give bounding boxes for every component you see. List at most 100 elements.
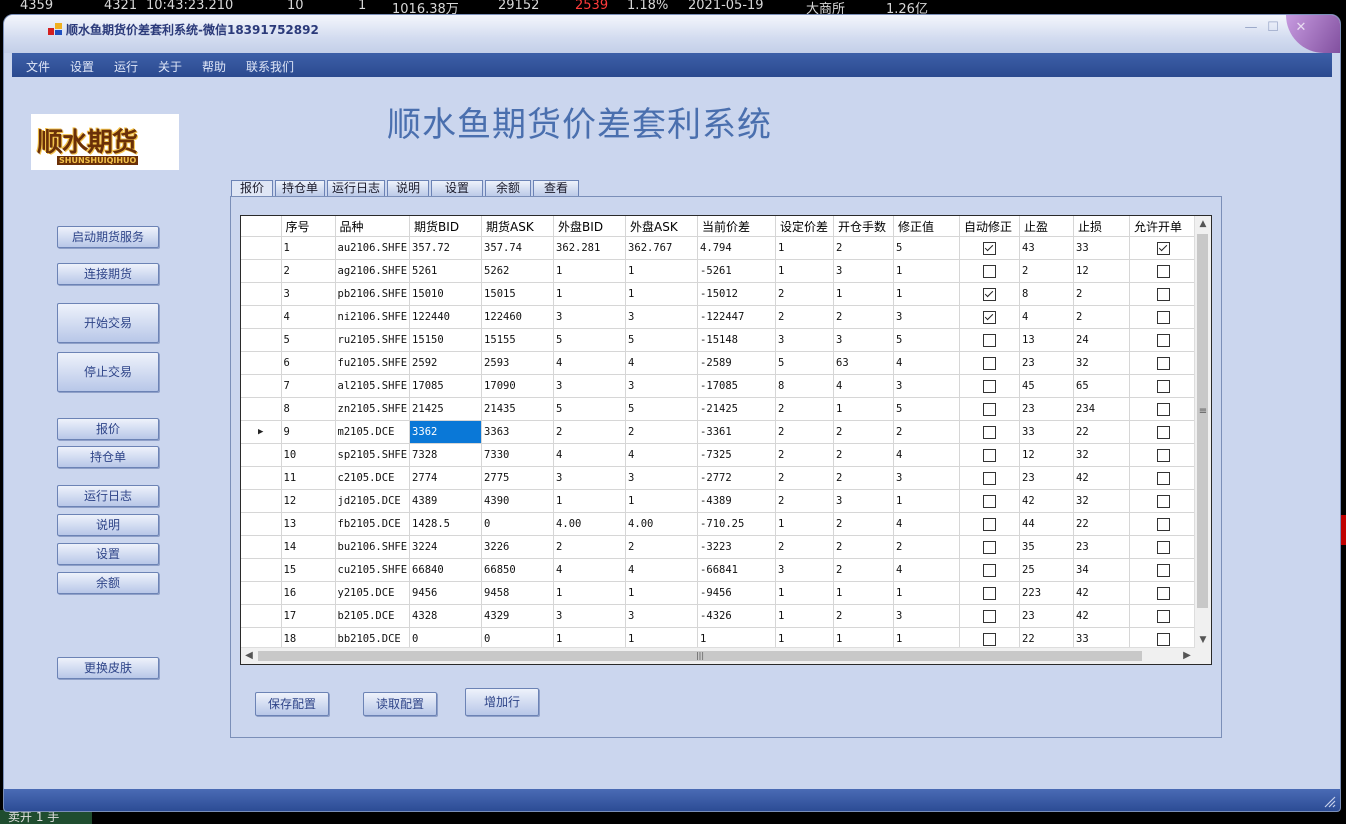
table-cell[interactable]: 4 [281,305,336,329]
checkbox-cell[interactable] [1129,443,1199,467]
table-cell[interactable]: 7330 [481,443,555,467]
table-cell[interactable]: -2589 [697,351,777,375]
row-header[interactable] [241,443,282,467]
checkbox-cell[interactable] [1129,328,1199,352]
checkbox-cell[interactable] [959,512,1021,536]
checkbox-unchecked[interactable] [1157,356,1171,370]
checkbox-checked[interactable] [983,310,997,324]
checkbox-cell[interactable] [959,259,1021,283]
table-row[interactable]: 10 sp2105.SHFE 7328 7330 4 4 -7325 2 2 4 12 32 [241,443,1199,467]
table-cell[interactable]: 11 [281,466,336,490]
checkbox-cell[interactable] [1129,397,1199,421]
column-header[interactable]: 开仓手数 [833,216,895,237]
row-header[interactable] [241,328,282,352]
checkbox-unchecked[interactable] [983,333,997,347]
checkbox-cell[interactable] [959,236,1021,260]
table-cell[interactable]: 2 [893,535,961,559]
table-cell[interactable]: 4 [833,374,895,398]
table-row[interactable]: 8 zn2105.SHFE 21425 21435 5 5 -21425 2 1 5 23 234 [241,397,1199,421]
table-cell[interactable]: 4 [625,351,699,375]
table-cell[interactable]: 1428.5 [409,512,483,536]
table-cell[interactable]: 3226 [481,535,555,559]
checkbox-cell[interactable] [959,282,1021,306]
table-cell[interactable]: 1 [833,581,895,605]
table-cell[interactable]: 2775 [481,466,555,490]
row-header[interactable] [241,466,282,490]
checkbox-checked[interactable] [983,287,997,301]
table-cell[interactable]: 35 [1019,535,1075,559]
table-cell[interactable]: 2 [625,420,699,444]
column-header[interactable]: 期货ASK [481,216,555,237]
checkbox-unchecked[interactable] [1157,563,1171,577]
table-cell[interactable]: 45 [1019,374,1075,398]
table-cell[interactable]: 4 [893,443,961,467]
table-cell[interactable]: 1 [625,489,699,513]
table-cell[interactable]: 2 [775,420,835,444]
checkbox-cell[interactable] [959,558,1021,582]
table-cell[interactable]: 4 [625,558,699,582]
table-cell[interactable]: 5 [893,397,961,421]
row-header[interactable] [241,604,282,628]
checkbox-cell[interactable] [1129,374,1199,398]
checkbox-unchecked[interactable] [983,471,997,485]
table-cell[interactable]: -4389 [697,489,777,513]
table-cell[interactable]: 2 [1019,259,1075,283]
checkbox-unchecked[interactable] [1157,264,1171,278]
table-cell[interactable]: 1 [893,489,961,513]
table-cell[interactable]: 8 [281,397,336,421]
table-row[interactable]: 1 au2106.SHFE 357.72 357.74 362.281 362.767 4.… [241,236,1199,260]
table-cell[interactable]: -122447 [697,305,777,329]
checkbox-unchecked[interactable] [1157,425,1171,439]
checkbox-unchecked[interactable] [1157,310,1171,324]
table-cell[interactable]: au2106.SHFE [335,236,411,260]
row-header[interactable] [241,259,282,283]
table-cell[interactable]: 3 [281,282,336,306]
table-cell[interactable]: 23 [1019,351,1075,375]
table-cell[interactable]: 362.767 [625,236,699,260]
row-header[interactable] [241,489,282,513]
table-cell[interactable]: 2 [775,489,835,513]
table-cell[interactable]: ag2106.SHFE [335,259,411,283]
table-cell[interactable]: 2592 [409,351,483,375]
table-cell[interactable]: 8 [775,374,835,398]
table-cell[interactable]: 3 [553,604,627,628]
settings-button[interactable]: 设置 [57,543,159,565]
tab-run-log[interactable]: 运行日志 [327,180,385,196]
table-cell[interactable]: 3 [775,558,835,582]
quote-button[interactable]: 报价 [57,418,159,440]
row-header[interactable] [241,374,282,398]
table-cell[interactable]: 1 [893,282,961,306]
table-cell[interactable]: 2 [625,535,699,559]
table-cell[interactable]: 2 [833,466,895,490]
table-cell[interactable]: 357.72 [409,236,483,260]
balance-button[interactable]: 余额 [57,572,159,594]
add-row-button[interactable]: 增加行 [465,688,539,716]
checkbox-cell[interactable] [959,443,1021,467]
column-header[interactable]: 期货BID [409,216,483,237]
column-header[interactable]: 允许开单 [1129,216,1199,237]
table-cell[interactable]: 12 [1073,259,1131,283]
table-cell[interactable]: 2 [833,512,895,536]
table-cell[interactable]: 4 [553,351,627,375]
table-cell[interactable]: 2 [833,604,895,628]
table-cell[interactable]: 3 [625,604,699,628]
checkbox-unchecked[interactable] [1157,379,1171,393]
menu-help[interactable]: 帮助 [202,58,226,75]
column-header[interactable]: 自动修正 [959,216,1021,237]
table-cell[interactable]: 5 [281,328,336,352]
checkbox-unchecked[interactable] [1157,517,1171,531]
column-header[interactable]: 止盈 [1019,216,1075,237]
table-cell[interactable]: 2 [553,420,627,444]
table-cell[interactable]: 5262 [481,259,555,283]
menu-contact[interactable]: 联系我们 [246,58,294,75]
table-cell[interactable]: 15015 [481,282,555,306]
table-cell[interactable]: 4328 [409,604,483,628]
table-cell[interactable]: 3 [553,305,627,329]
table-cell[interactable]: jd2105.DCE [335,489,411,513]
checkbox-cell[interactable] [1129,535,1199,559]
table-cell[interactable]: -17085 [697,374,777,398]
checkbox-unchecked[interactable] [983,609,997,623]
table-cell[interactable]: 1 [893,581,961,605]
checkbox-cell[interactable] [959,466,1021,490]
table-cell[interactable]: 42 [1073,604,1131,628]
